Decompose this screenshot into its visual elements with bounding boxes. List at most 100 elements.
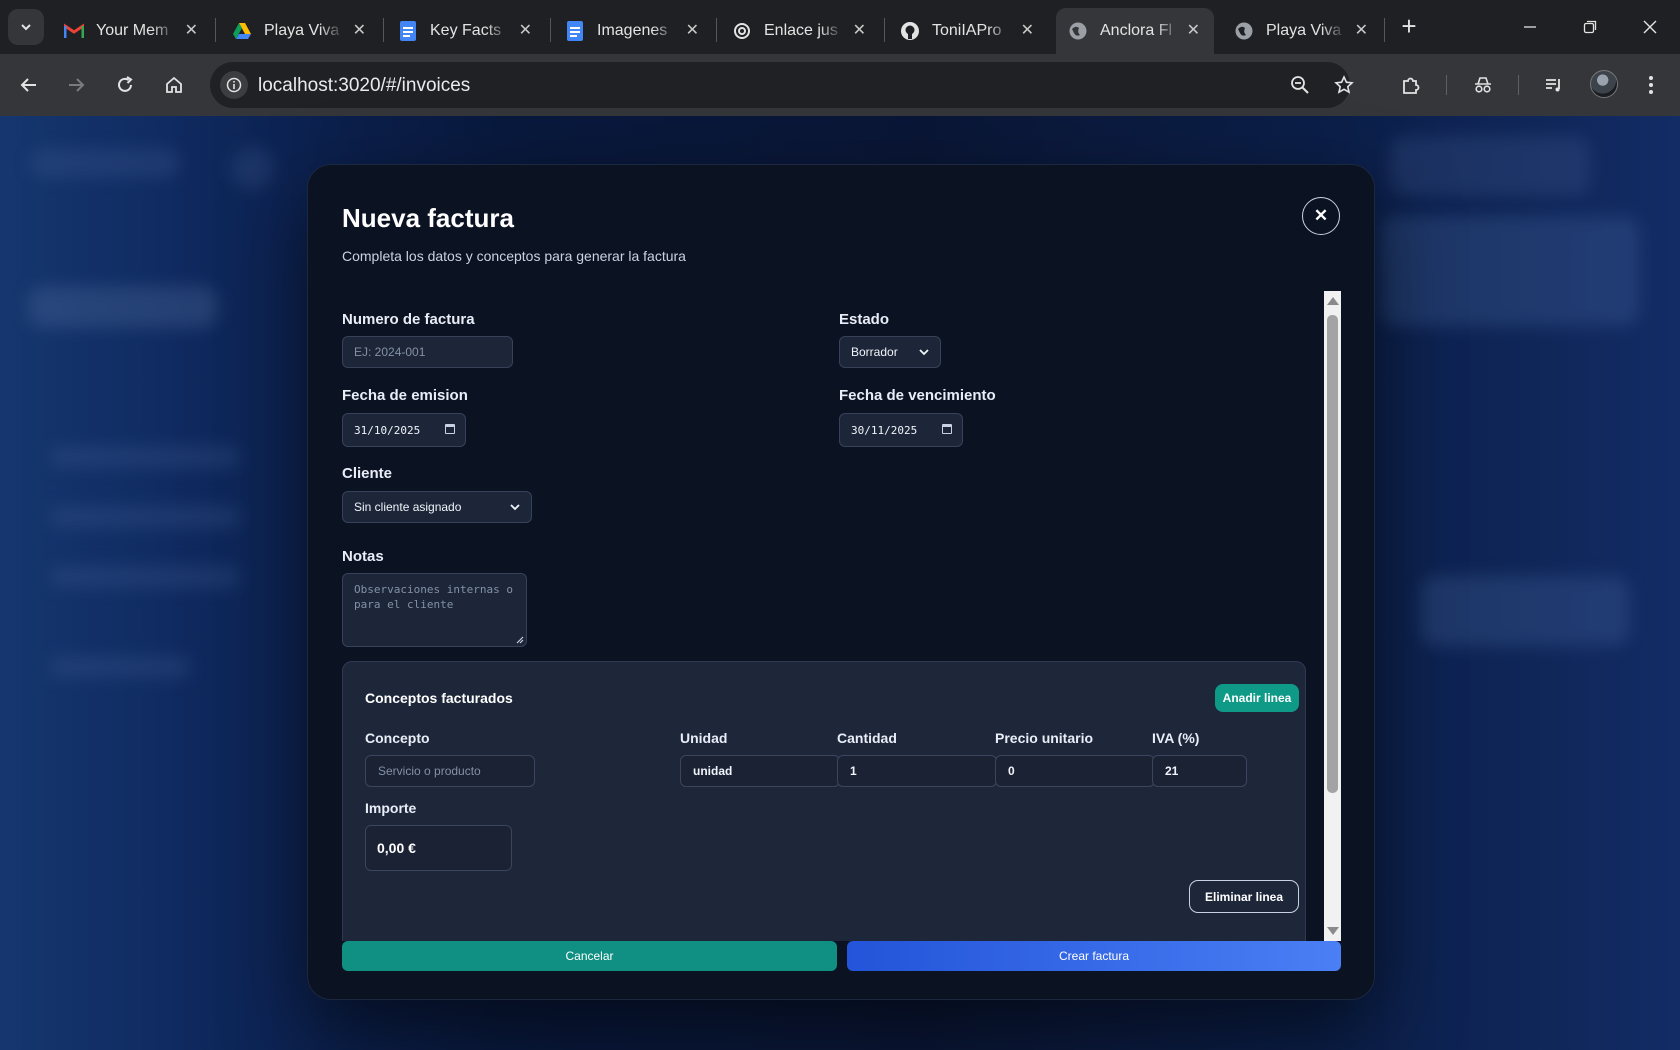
tab-imagenes[interactable]: Imagenes ✕	[553, 8, 713, 54]
browser-menu-button[interactable]	[1635, 69, 1667, 101]
amount-label: Importe	[365, 800, 417, 816]
status-label: Estado	[839, 311, 890, 328]
forward-button[interactable]	[60, 69, 92, 101]
close-tab-icon[interactable]: ✕	[686, 22, 699, 40]
notes-placeholder-line: para el cliente	[354, 598, 454, 611]
quantity-input[interactable]: 1	[837, 755, 997, 787]
extensions-button[interactable]	[1395, 69, 1427, 101]
close-dialog-button[interactable]: ✕	[1302, 197, 1340, 235]
home-button[interactable]	[158, 69, 190, 101]
browser-tab-strip: Your Mem ✕ Playa Viva ✕ Key Facts ✕ Imag…	[0, 0, 1680, 54]
invoice-lines-panel: Conceptos facturados Anadir linea Concep…	[342, 661, 1306, 941]
arrow-left-icon	[20, 78, 36, 92]
new-invoice-dialog: Nueva factura Completa los datos y conce…	[307, 164, 1375, 1000]
scroll-up-arrow-icon[interactable]	[1327, 297, 1339, 305]
site-info-icon[interactable]	[220, 71, 248, 99]
puzzle-icon	[1403, 77, 1420, 94]
url-text[interactable]: localhost:3020/#/invoices	[258, 75, 470, 97]
unit-price-input[interactable]: 0	[995, 755, 1155, 787]
backdrop-decoration	[230, 146, 274, 190]
resize-handle-icon[interactable]	[516, 636, 524, 644]
restore-icon	[1583, 20, 1597, 34]
tab-title: Enlace jus	[764, 22, 838, 39]
issue-date-input[interactable]: 31/10/2025	[342, 413, 466, 447]
close-tab-icon[interactable]: ✕	[1355, 22, 1368, 40]
tab-title: Playa Viva	[264, 22, 340, 39]
more-vertical-icon	[1649, 76, 1653, 94]
close-tab-icon[interactable]: ✕	[1187, 22, 1200, 40]
status-select-value: Borrador	[851, 345, 898, 359]
vat-label: IVA (%)	[1152, 730, 1200, 746]
add-line-button[interactable]: Anadir linea	[1215, 684, 1299, 712]
backdrop-decoration	[50, 506, 240, 528]
zoom-out-icon	[1291, 76, 1309, 94]
tab-search-button[interactable]	[8, 9, 44, 45]
zoom-button[interactable]	[1284, 69, 1316, 101]
tab-anclora-active[interactable]: Anclora Fl ✕	[1056, 8, 1214, 54]
quantity-label: Cantidad	[837, 730, 897, 746]
concept-label: Concepto	[365, 730, 430, 746]
tab-drive[interactable]: Playa Viva ✕	[220, 8, 380, 54]
dialog-scroll-area[interactable]: Numero de factura EJ: 2024-001 Estado Bo…	[342, 291, 1306, 941]
bookmark-button[interactable]	[1328, 69, 1360, 101]
scroll-down-arrow-icon[interactable]	[1327, 927, 1339, 935]
unit-label: Unidad	[680, 730, 728, 746]
restore-button[interactable]	[1570, 10, 1610, 44]
minimize-button[interactable]	[1510, 10, 1550, 44]
calendar-icon[interactable]	[942, 424, 952, 434]
globe-icon	[1068, 21, 1088, 41]
openai-icon	[732, 21, 752, 41]
backdrop-decoration	[50, 446, 240, 468]
queue-music-icon	[1546, 79, 1560, 92]
tab-title: Key Facts	[430, 22, 502, 39]
issue-date-value: 31/10/2025	[354, 423, 421, 437]
due-date-input[interactable]: 30/11/2025	[839, 413, 963, 447]
profile-avatar[interactable]	[1590, 70, 1618, 98]
toolbar-divider	[1446, 75, 1447, 95]
toolbar-divider	[1518, 75, 1519, 95]
tab-gmail[interactable]: Your Mem ✕	[52, 8, 212, 54]
tab-title: Your Mem	[96, 22, 169, 39]
scrollbar-thumb[interactable]	[1327, 315, 1338, 793]
window-close-button[interactable]	[1630, 10, 1670, 44]
tab-title: Imagenes	[597, 22, 668, 39]
client-label: Cliente	[342, 465, 393, 482]
tab-divider	[716, 18, 717, 42]
close-tab-icon[interactable]: ✕	[519, 22, 532, 40]
status-select[interactable]: Borrador	[839, 336, 941, 368]
globe-icon	[1234, 21, 1254, 41]
gmail-icon	[64, 21, 84, 41]
cancel-button[interactable]: Cancelar	[342, 941, 837, 971]
close-tab-icon[interactable]: ✕	[353, 22, 366, 40]
calendar-icon[interactable]	[445, 424, 455, 434]
delete-line-button[interactable]: Eliminar linea	[1189, 880, 1299, 913]
back-button[interactable]	[13, 69, 45, 101]
media-controls-button[interactable]	[1538, 69, 1570, 101]
create-invoice-button[interactable]: Crear factura	[847, 941, 1341, 971]
vat-input[interactable]: 21	[1152, 755, 1247, 787]
tab-key-facts[interactable]: Key Facts ✕	[386, 8, 546, 54]
close-tab-icon[interactable]: ✕	[1021, 22, 1034, 40]
address-bar[interactable]: localhost:3020/#/invoices	[210, 62, 1354, 108]
chevron-down-icon	[919, 349, 929, 356]
concept-input[interactable]: Servicio o producto	[365, 755, 535, 787]
notes-label: Notas	[342, 548, 384, 565]
reload-icon	[118, 76, 133, 92]
reload-button[interactable]	[109, 69, 141, 101]
tab-playa-viva[interactable]: Playa Viva ✕	[1222, 8, 1382, 54]
backdrop-decoration	[28, 286, 218, 328]
incognito-button[interactable]	[1467, 69, 1499, 101]
invoice-number-input[interactable]: EJ: 2024-001	[342, 336, 513, 368]
issue-date-label: Fecha de emision	[342, 387, 468, 404]
notes-textarea[interactable]: Observaciones internas o para el cliente	[342, 573, 527, 647]
new-tab-button[interactable]: +	[1394, 12, 1424, 42]
backdrop-decoration	[1390, 136, 1590, 196]
unit-price-label: Precio unitario	[995, 730, 1094, 746]
close-tab-icon[interactable]: ✕	[185, 22, 198, 40]
tab-enlace[interactable]: Enlace jus ✕	[720, 8, 880, 54]
client-select[interactable]: Sin cliente asignado	[342, 491, 532, 523]
dialog-scrollbar[interactable]	[1324, 291, 1341, 941]
tab-github[interactable]: ToniIAPro ✕	[888, 8, 1048, 54]
unit-input[interactable]: unidad	[680, 755, 840, 787]
close-tab-icon[interactable]: ✕	[853, 22, 866, 40]
